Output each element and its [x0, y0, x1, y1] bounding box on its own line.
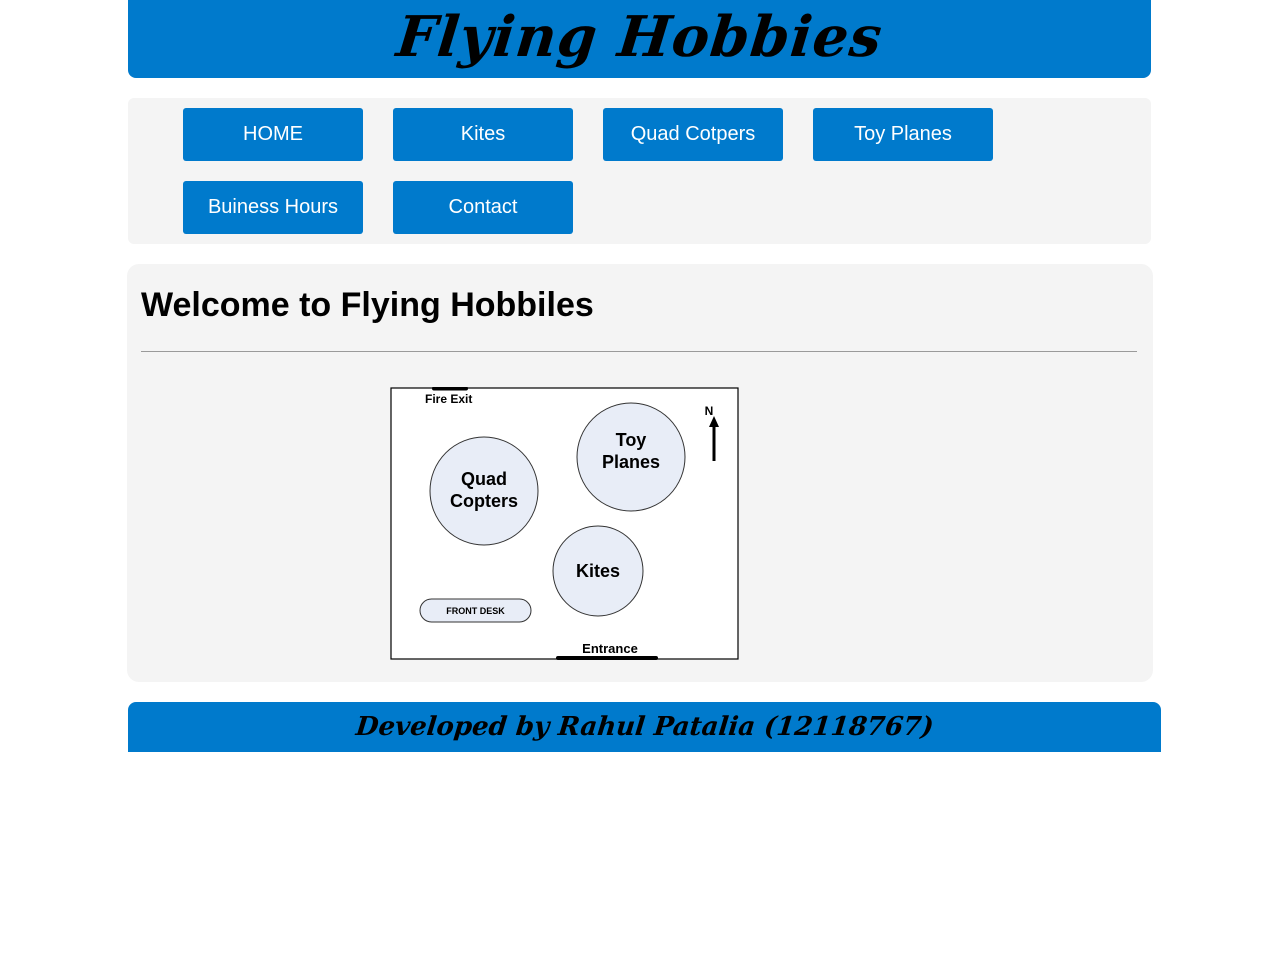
nav-toy-planes-button[interactable]: Toy Planes: [813, 108, 993, 161]
page-title: Welcome to Flying Hobbiles: [141, 286, 594, 324]
quad-copters-label-line1: Quad: [461, 469, 507, 489]
nav-contact-button[interactable]: Contact: [393, 181, 573, 234]
fire-exit-label: Fire Exit: [425, 392, 472, 406]
front-desk-label: FRONT DESK: [446, 606, 505, 616]
main-nav: HOME Kites Quad Cotpers Toy Planes Buine…: [128, 98, 1151, 244]
store-floor-map: Fire Exit N Quad Copters Toy Planes Kite…: [390, 387, 739, 660]
site-title: Flying Hobbies: [393, 4, 886, 70]
nav-quad-copters-button[interactable]: Quad Cotpers: [603, 108, 783, 161]
site-header: Flying Hobbies: [128, 0, 1151, 78]
nav-kites-button[interactable]: Kites: [393, 108, 573, 161]
toy-planes-label-line2: Planes: [602, 452, 660, 472]
main-content: Welcome to Flying Hobbiles Fire Exit N Q…: [127, 264, 1153, 682]
entrance-label: Entrance: [582, 641, 638, 656]
site-footer: Developed by Rahul Patalia (12118767): [128, 702, 1161, 752]
toy-planes-label-line1: Toy: [616, 430, 647, 450]
nav-business-hours-button[interactable]: Buiness Hours: [183, 181, 363, 234]
north-label: N: [705, 404, 714, 418]
divider: [141, 351, 1137, 352]
footer-credit: Developed by Rahul Patalia (12118767): [354, 712, 935, 742]
kites-label: Kites: [576, 561, 620, 581]
quad-copters-label-line2: Copters: [450, 491, 518, 511]
nav-home-button[interactable]: HOME: [183, 108, 363, 161]
